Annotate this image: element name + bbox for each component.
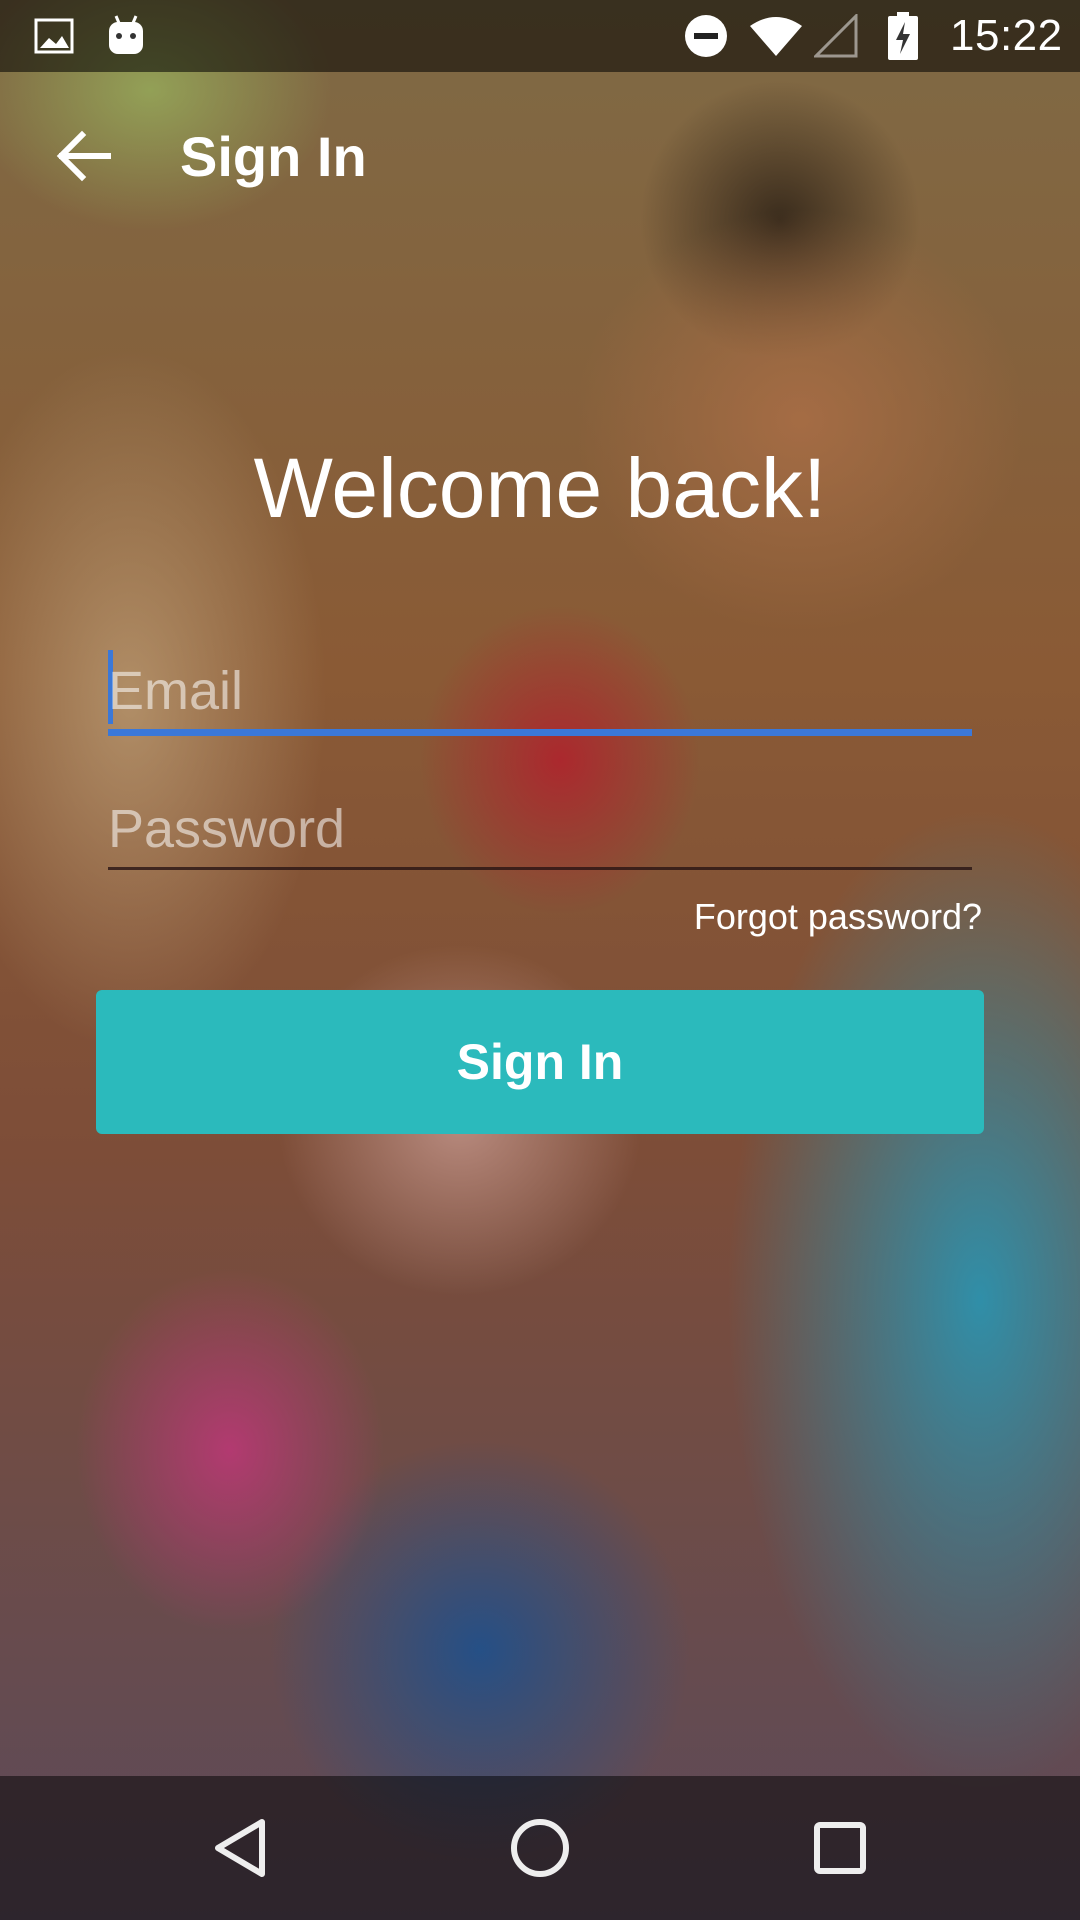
back-button[interactable] <box>40 112 128 200</box>
image-icon <box>34 0 74 72</box>
app-bar: Sign In <box>0 72 1080 240</box>
forgot-password-link[interactable]: Forgot password? <box>694 896 982 938</box>
navigation-bar <box>0 1776 1080 1920</box>
cellular-signal-icon <box>814 0 858 72</box>
email-underline <box>108 729 972 736</box>
password-placeholder: Password <box>108 799 346 859</box>
recents-square-icon <box>814 1822 866 1874</box>
back-triangle-icon <box>215 1819 265 1877</box>
password-field[interactable]: Password <box>108 780 972 870</box>
home-circle-icon <box>511 1819 569 1877</box>
email-placeholder: Email <box>108 661 244 721</box>
battery-charging-icon <box>888 0 918 72</box>
sign-in-button[interactable]: Sign In <box>96 990 984 1134</box>
welcome-heading: Welcome back! <box>253 441 827 535</box>
background-photo <box>0 0 1080 1920</box>
email-field[interactable]: Email <box>108 640 972 740</box>
android-icon <box>106 0 146 72</box>
do-not-disturb-icon <box>684 0 728 72</box>
password-underline <box>108 867 972 870</box>
wifi-icon <box>748 0 804 72</box>
status-bar: 15:22 <box>0 0 1080 72</box>
nav-back-button[interactable] <box>190 1798 290 1898</box>
page-title: Sign In <box>180 125 367 188</box>
arrow-back-icon <box>56 130 111 182</box>
nav-home-button[interactable] <box>490 1798 590 1898</box>
clock: 15:22 <box>950 11 1063 60</box>
nav-recents-button[interactable] <box>790 1798 890 1898</box>
